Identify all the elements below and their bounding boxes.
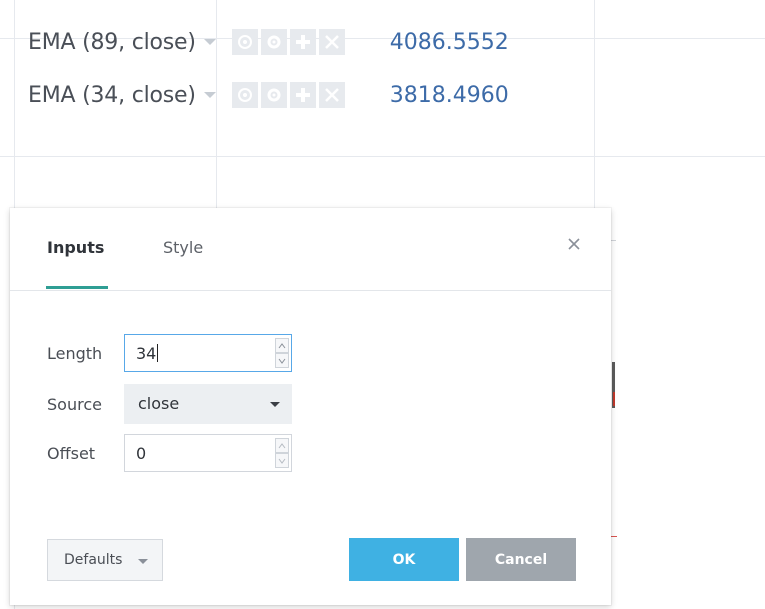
- offset-value: 0: [136, 444, 147, 463]
- legend-actions: [231, 82, 348, 108]
- offset-stepper: [275, 438, 289, 468]
- grid-line: [0, 156, 765, 157]
- gear-icon[interactable]: [260, 82, 287, 108]
- length-stepper: [275, 338, 289, 368]
- source-value: close: [138, 394, 180, 413]
- active-tab-indicator: [46, 286, 108, 289]
- source-select[interactable]: close: [124, 384, 292, 424]
- chevron-down-icon[interactable]: [203, 39, 216, 45]
- eye-icon[interactable]: [231, 82, 258, 108]
- dialog-close-button[interactable]: [562, 232, 586, 256]
- dialog-tabs: Inputs Style: [10, 208, 611, 291]
- chart-line-fragment: [611, 240, 616, 241]
- plus-icon[interactable]: [289, 29, 316, 55]
- indicator-value: 3818.4960: [389, 82, 509, 108]
- indicator-name: EMA (34, close): [28, 82, 196, 108]
- defaults-label: Defaults: [64, 552, 123, 568]
- offset-input[interactable]: 0: [124, 434, 292, 472]
- cancel-button[interactable]: Cancel: [466, 538, 576, 581]
- chart-candle: [613, 392, 615, 406]
- step-down-button[interactable]: [275, 453, 289, 468]
- legend-ema-89[interactable]: EMA (89, close) 4086.5552: [28, 22, 509, 62]
- close-icon[interactable]: [318, 82, 345, 108]
- gear-icon[interactable]: [260, 29, 287, 55]
- chevron-down-icon: [278, 458, 286, 464]
- close-icon[interactable]: [318, 29, 345, 55]
- tab-style[interactable]: Style: [163, 238, 203, 257]
- close-icon: [568, 238, 580, 250]
- chevron-down-icon: [278, 358, 286, 364]
- offset-label: Offset: [47, 444, 96, 463]
- source-label: Source: [47, 395, 102, 414]
- defaults-button[interactable]: Defaults: [47, 539, 163, 581]
- ok-button[interactable]: OK: [349, 538, 459, 581]
- eye-icon[interactable]: [231, 29, 258, 55]
- chevron-down-icon[interactable]: [203, 92, 216, 98]
- chart-window: EMA (89, close) 4086.5552 EMA (34, close…: [0, 0, 765, 609]
- text-cursor: [157, 344, 159, 362]
- step-up-button[interactable]: [275, 438, 289, 453]
- step-down-button[interactable]: [275, 353, 289, 368]
- length-label: Length: [47, 344, 103, 363]
- legend-ema-34[interactable]: EMA (34, close) 3818.4960: [28, 75, 509, 115]
- length-value: 34: [136, 344, 159, 363]
- grid-line: [594, 0, 595, 208]
- legend-actions: [231, 29, 348, 55]
- tab-inputs[interactable]: Inputs: [47, 238, 104, 257]
- length-input[interactable]: 34: [124, 334, 292, 372]
- indicator-name: EMA (89, close): [28, 29, 196, 55]
- step-up-button[interactable]: [275, 338, 289, 353]
- chart-line-fragment: [611, 536, 617, 537]
- chevron-down-icon: [138, 559, 148, 564]
- chevron-up-icon: [278, 442, 286, 448]
- indicator-settings-dialog: Inputs Style Length 34 Source close Offs…: [10, 208, 611, 605]
- indicator-value: 4086.5552: [389, 29, 509, 55]
- plus-icon[interactable]: [289, 82, 316, 108]
- chevron-down-icon: [270, 402, 280, 407]
- chevron-up-icon: [278, 342, 286, 348]
